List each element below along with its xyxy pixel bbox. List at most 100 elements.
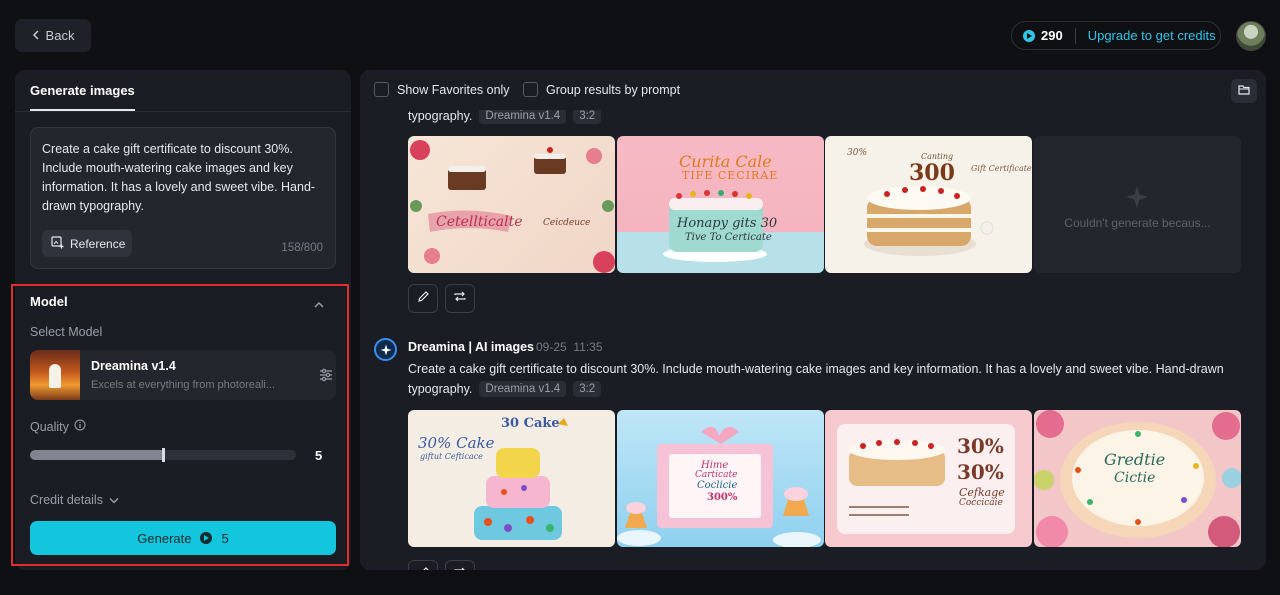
sparkle-icon — [1126, 186, 1148, 208]
prompt-text: Create a cake gift certificate to discou… — [408, 362, 1224, 376]
prompt-tail: typography. — [408, 109, 473, 123]
image-text: 30% — [847, 148, 868, 158]
credit-details-label: Credit details — [30, 493, 103, 507]
prompt-text[interactable]: Create a cake gift certificate to discou… — [42, 140, 322, 216]
model-section-title: Model — [30, 294, 68, 309]
edit-button[interactable] — [408, 284, 438, 313]
regenerate-button[interactable] — [445, 284, 475, 313]
reference-label: Reference — [70, 236, 126, 251]
generated-image[interactable]: 30% Cake giftut Cefticace 30 Cake — [408, 410, 615, 547]
generate-cost: 5 — [221, 530, 229, 546]
model-thumbnail — [30, 350, 80, 400]
model-tag: Dreamina v1.4 — [479, 108, 567, 124]
image-add-icon — [51, 235, 64, 252]
image-text: Coclicie — [697, 480, 738, 491]
quality-slider[interactable] — [30, 448, 296, 462]
tab-generate-images[interactable]: Generate images — [30, 83, 135, 111]
group-author: Dreamina | AI images — [408, 340, 535, 354]
quality-slider-fill — [30, 450, 163, 460]
image-text: 300 — [909, 160, 955, 186]
group-timestamp: 09-25 11:35 — [536, 340, 603, 354]
quality-slider-handle[interactable] — [162, 448, 165, 462]
image-text: Gift Certificate — [971, 164, 1032, 173]
quality-value: 5 — [315, 448, 323, 463]
image-text: Tive To Certicate — [685, 232, 772, 243]
show-favorites-label: Show Favorites only — [397, 82, 510, 97]
reference-button[interactable]: Reference — [42, 230, 132, 257]
credit-coin-icon — [200, 532, 213, 544]
image-text: 30% Cake — [418, 434, 495, 452]
pencil-icon — [417, 290, 430, 308]
model-tag: Dreamina v1.4 — [479, 381, 567, 397]
image-text: Canting — [921, 152, 954, 161]
image-text: Coccicaie — [959, 498, 1003, 508]
results-panel: Show Favorites only Group results by pro… — [360, 70, 1266, 570]
image-text: Carticate — [695, 470, 738, 480]
failed-text: Couldn't generate becaus... — [1064, 216, 1211, 230]
generated-image[interactable]: 30% 300 Canting Gift Certificate — [825, 136, 1032, 273]
chevron-up-icon[interactable] — [313, 296, 327, 308]
generated-image[interactable]: Hime Carticate Coclicie 300% — [617, 410, 824, 547]
filter-bar: Show Favorites only Group results by pro… — [360, 70, 1266, 110]
model-description: Excels at everything from photoreali... — [91, 379, 276, 391]
group-by-prompt-label: Group results by prompt — [546, 82, 681, 97]
repeat-icon — [453, 566, 467, 570]
image-text: Cetellticalte — [436, 214, 523, 230]
prompt-tail: typography. — [408, 382, 473, 396]
group-by-prompt-checkbox[interactable]: Group results by prompt — [523, 82, 680, 97]
credit-balance: 290 — [1041, 28, 1063, 43]
image-text: Cictie — [1114, 470, 1156, 486]
generate-panel: Generate images Create a cake gift certi… — [15, 70, 351, 570]
prompt-text: typography. Dreamina v1.4 3:2 — [408, 108, 602, 124]
prompt-text: typography. Dreamina v1.4 3:2 — [408, 381, 602, 397]
regenerate-button[interactable] — [445, 560, 475, 570]
divider — [1074, 27, 1076, 44]
prompt-input[interactable]: Create a cake gift certificate to discou… — [30, 127, 336, 269]
select-model-label: Select Model — [30, 325, 103, 339]
result-group-header: Dreamina | AI images 09-25 11:35 — [374, 338, 603, 361]
chevron-down-icon — [109, 493, 119, 507]
model-name: Dreamina v1.4 — [91, 359, 176, 373]
image-text: 30% — [957, 434, 1004, 458]
folder-icon — [1238, 82, 1250, 100]
image-text: Gredtie — [1104, 450, 1166, 469]
pencil-icon — [417, 566, 430, 570]
image-text: 30% — [957, 460, 1004, 484]
image-text: 30 Cake — [501, 416, 560, 431]
back-button[interactable]: Back — [15, 19, 91, 52]
divider — [15, 111, 351, 112]
generated-image[interactable]: Curita Cale TIFE CECIRAE Honapy gits 30 … — [617, 136, 824, 273]
upgrade-link[interactable]: Upgrade to get credits — [1088, 28, 1216, 43]
quality-label: Quality — [30, 419, 86, 434]
generated-image[interactable]: Cetellticalte Ceicdeuce — [408, 136, 615, 273]
ratio-tag: 3:2 — [573, 108, 602, 124]
generate-button[interactable]: Generate 5 — [30, 521, 336, 555]
group-time: 11:35 — [573, 340, 603, 354]
folder-button[interactable] — [1231, 79, 1257, 103]
edit-button[interactable] — [408, 560, 438, 570]
chevron-left-icon — [32, 28, 40, 43]
failed-image-placeholder: Couldn't generate becaus... — [1034, 136, 1241, 273]
credit-details-toggle[interactable]: Credit details — [30, 493, 119, 507]
dreamina-logo-icon — [374, 338, 397, 361]
image-text: Honapy gits 30 — [677, 216, 778, 231]
credits-pill: 290 Upgrade to get credits — [1011, 21, 1221, 50]
image-text: Ceicdeuce — [543, 218, 591, 228]
checkbox[interactable] — [523, 82, 538, 97]
generated-image[interactable]: Gredtie Cictie — [1034, 410, 1241, 547]
checkbox[interactable] — [374, 82, 389, 97]
info-icon[interactable] — [74, 419, 86, 434]
char-count: 158/800 — [281, 242, 323, 254]
quality-label-text: Quality — [30, 419, 69, 434]
show-favorites-checkbox[interactable]: Show Favorites only — [374, 82, 510, 97]
image-text: TIFE CECIRAE — [682, 169, 779, 182]
repeat-icon — [453, 290, 467, 308]
image-text: 300% — [707, 492, 738, 503]
credit-coin-icon — [1023, 29, 1035, 42]
sliders-icon[interactable] — [318, 367, 334, 383]
model-selector[interactable]: Dreamina v1.4 Excels at everything from … — [30, 350, 336, 400]
avatar[interactable] — [1236, 21, 1266, 51]
generated-image[interactable]: 30% 30% Cefkage Coccicaie — [825, 410, 1032, 547]
generate-label: Generate — [137, 530, 192, 546]
image-text: giftut Cefticace — [420, 452, 483, 461]
